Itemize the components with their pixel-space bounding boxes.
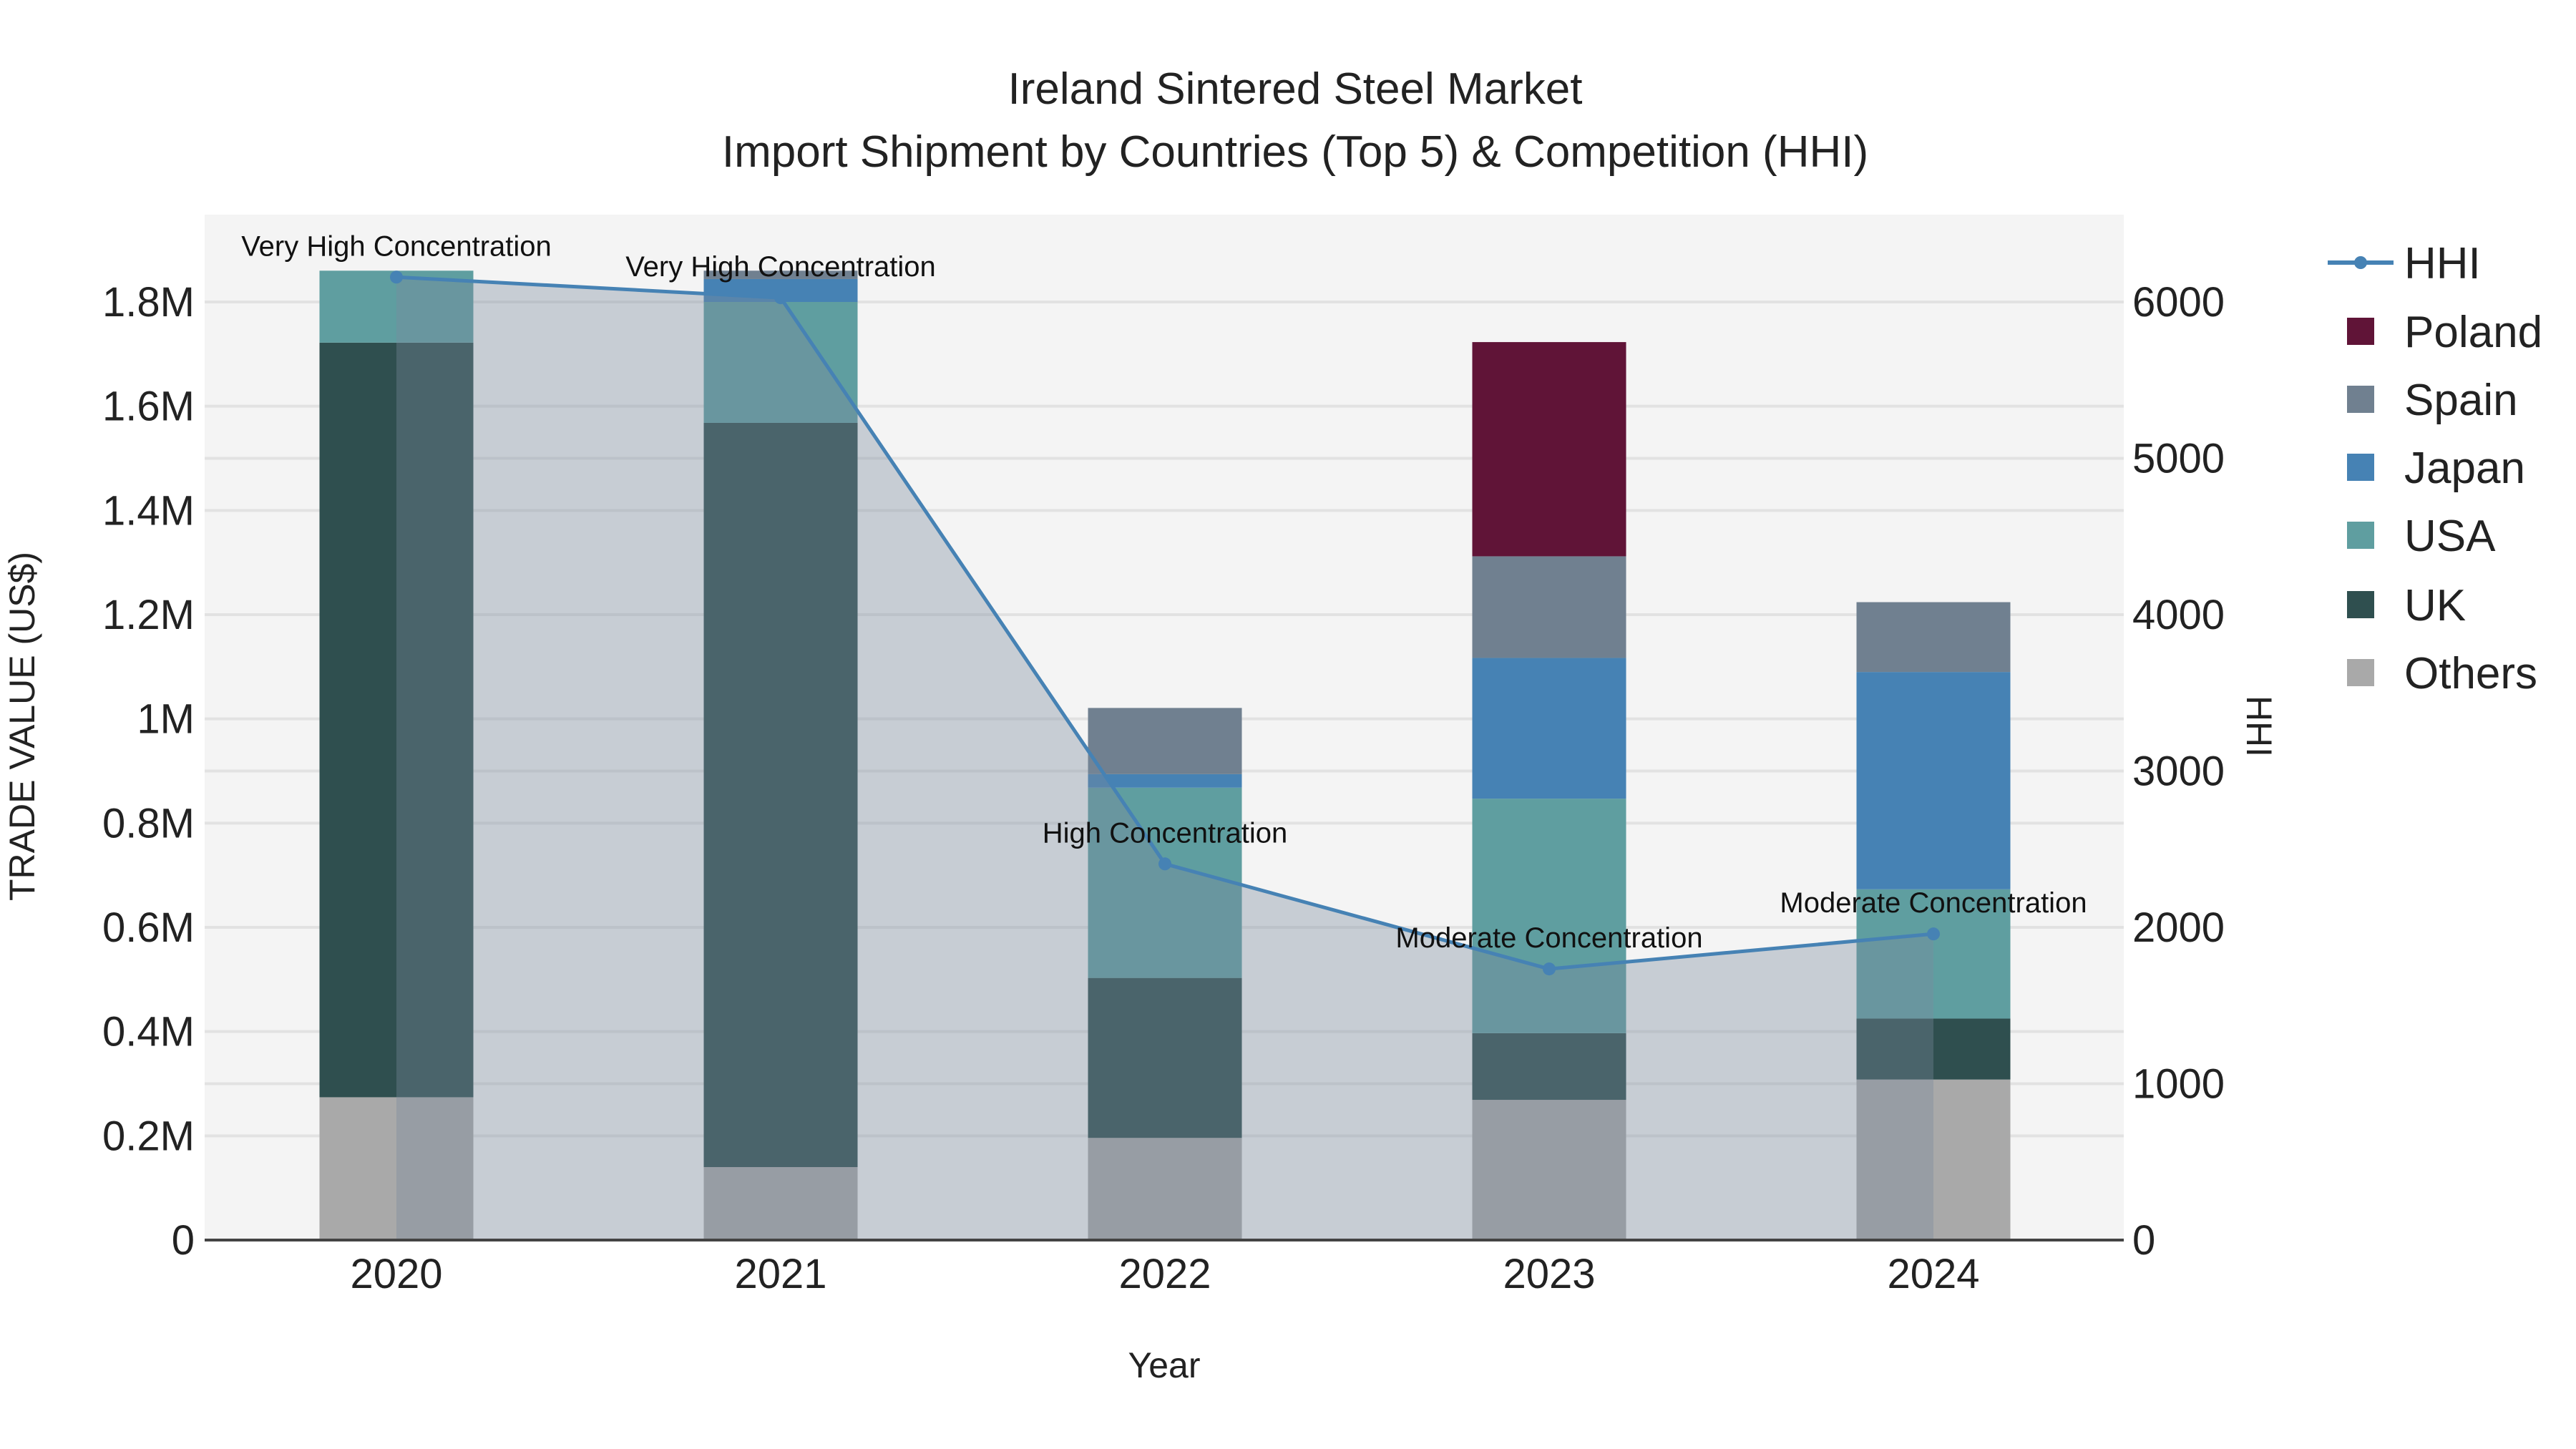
y-tick-label: 0.8M	[102, 800, 195, 847]
legend-label-poland: Poland	[2404, 308, 2542, 357]
y2-tick-label: 5000	[2132, 436, 2225, 482]
chart-subtitle: Import Shipment by Countries (Top 5) & C…	[722, 127, 1868, 177]
x-axis-title: Year	[1128, 1345, 1200, 1385]
bar-japan-2024	[1856, 672, 2011, 889]
y-tick-label: 1.4M	[102, 487, 195, 534]
y2-tick-label: 3000	[2132, 748, 2225, 795]
hhi-annotation: Very High Concentration	[625, 251, 936, 283]
legend-swatch-uk	[2347, 591, 2374, 618]
y2-tick-label: 0	[2132, 1217, 2155, 1264]
y2-tick-label: 4000	[2132, 592, 2225, 638]
hhi-annotation: Moderate Concentration	[1395, 922, 1702, 954]
legend-swatch-usa	[2347, 522, 2374, 549]
chart-title: Ireland Sintered Steel Market	[1008, 64, 1583, 114]
legend-hhi-marker	[2354, 256, 2367, 269]
legend-label-hhi: HHI	[2404, 239, 2481, 288]
legend-swatch-spain	[2347, 386, 2374, 413]
y2-tick-label: 1000	[2132, 1061, 2225, 1108]
y-tick-label: 1.6M	[102, 384, 195, 430]
hhi-point	[1543, 962, 1556, 976]
hhi-point	[1927, 927, 1940, 941]
y2-axis-title: HHI	[2239, 696, 2279, 757]
hhi-annotation: Moderate Concentration	[1780, 887, 2087, 919]
chart: Very High Concentration Very High Concent…	[2, 64, 2542, 1385]
y-tick-label: 0.2M	[102, 1113, 195, 1159]
legend-label-usa: USA	[2404, 512, 2496, 561]
x-tick-label: 2023	[1503, 1251, 1595, 1297]
y-tick-label: 1M	[137, 696, 195, 743]
bar-poland-2023	[1472, 342, 1626, 557]
legend-swatch-poland	[2347, 318, 2374, 345]
legend-swatch-japan	[2347, 454, 2374, 481]
hhi-annotation: Very High Concentration	[241, 230, 552, 262]
x-tick-label: 2024	[1887, 1251, 1979, 1297]
bar-spain-2024	[1856, 602, 2011, 673]
x-tick-label: 2022	[1118, 1251, 1211, 1297]
y2-tick-label: 2000	[2132, 904, 2225, 951]
y-axis-title: TRADE VALUE (US$)	[2, 552, 42, 901]
hhi-point	[1158, 857, 1171, 871]
bar-spain-2022	[1088, 708, 1242, 774]
y-tick-label: 0.4M	[102, 1009, 195, 1055]
hhi-point	[390, 270, 403, 284]
hhi-point	[774, 291, 787, 305]
y-tick-label: 0.6M	[102, 904, 195, 951]
x-tick-label: 2021	[734, 1251, 826, 1297]
y-tick-label: 0	[172, 1217, 195, 1264]
y-tick-label: 1.8M	[102, 279, 195, 326]
legend-label-others: Others	[2404, 649, 2537, 698]
x-tick-label: 2020	[350, 1251, 442, 1297]
bar-spain-2023	[1472, 556, 1626, 658]
legend-swatch-others	[2347, 659, 2374, 686]
y-tick-label: 1.2M	[102, 592, 195, 638]
bar-japan-2023	[1472, 658, 1626, 799]
y2-tick-label: 6000	[2132, 279, 2225, 326]
legend-label-japan: Japan	[2404, 444, 2525, 493]
hhi-annotation: High Concentration	[1043, 817, 1287, 849]
legend-label-spain: Spain	[2404, 376, 2518, 425]
legend-label-uk: UK	[2404, 581, 2466, 630]
